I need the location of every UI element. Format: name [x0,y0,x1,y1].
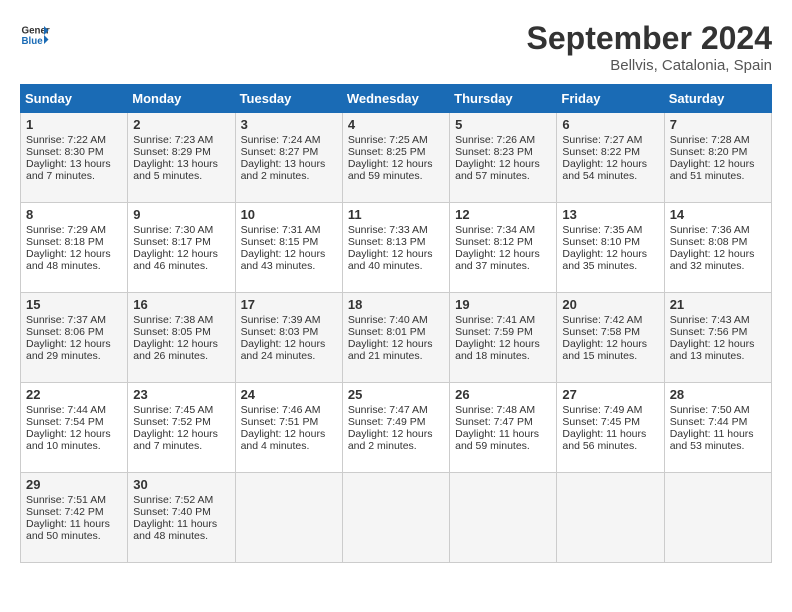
week-row-3: 15Sunrise: 7:37 AMSunset: 8:06 PMDayligh… [21,293,772,383]
week-row-2: 8Sunrise: 7:29 AMSunset: 8:18 PMDaylight… [21,203,772,293]
week-row-4: 22Sunrise: 7:44 AMSunset: 7:54 PMDayligh… [21,383,772,473]
empty-cell-1 [235,473,342,563]
logo: General Blue [20,20,50,50]
day-24: 24Sunrise: 7:46 AMSunset: 7:51 PMDayligh… [235,383,342,473]
col-monday: Monday [128,85,235,113]
day-21: 21Sunrise: 7:43 AMSunset: 7:56 PMDayligh… [664,293,771,383]
col-saturday: Saturday [664,85,771,113]
day-3: 3Sunrise: 7:24 AMSunset: 8:27 PMDaylight… [235,113,342,203]
day-18: 18Sunrise: 7:40 AMSunset: 8:01 PMDayligh… [342,293,449,383]
empty-cell-3 [450,473,557,563]
empty-cell-4 [557,473,664,563]
day-1: 1Sunrise: 7:22 AMSunset: 8:30 PMDaylight… [21,113,128,203]
day-25: 25Sunrise: 7:47 AMSunset: 7:49 PMDayligh… [342,383,449,473]
day-11: 11Sunrise: 7:33 AMSunset: 8:13 PMDayligh… [342,203,449,293]
day-23: 23Sunrise: 7:45 AMSunset: 7:52 PMDayligh… [128,383,235,473]
day-5: 5Sunrise: 7:26 AMSunset: 8:23 PMDaylight… [450,113,557,203]
calendar-table: Sunday Monday Tuesday Wednesday Thursday… [20,84,772,563]
header-row: Sunday Monday Tuesday Wednesday Thursday… [21,85,772,113]
week-row-5: 29Sunrise: 7:51 AMSunset: 7:42 PMDayligh… [21,473,772,563]
day-22: 22Sunrise: 7:44 AMSunset: 7:54 PMDayligh… [21,383,128,473]
empty-cell-5 [664,473,771,563]
day-7: 7Sunrise: 7:28 AMSunset: 8:20 PMDaylight… [664,113,771,203]
svg-text:Blue: Blue [22,36,44,47]
col-friday: Friday [557,85,664,113]
col-wednesday: Wednesday [342,85,449,113]
day-19: 19Sunrise: 7:41 AMSunset: 7:59 PMDayligh… [450,293,557,383]
day-14: 14Sunrise: 7:36 AMSunset: 8:08 PMDayligh… [664,203,771,293]
day-12: 12Sunrise: 7:34 AMSunset: 8:12 PMDayligh… [450,203,557,293]
page-header: General Blue September 2024 Bellvis, Cat… [20,20,772,74]
day-13: 13Sunrise: 7:35 AMSunset: 8:10 PMDayligh… [557,203,664,293]
title-block: September 2024 Bellvis, Catalonia, Spain [527,20,772,74]
day-2: 2Sunrise: 7:23 AMSunset: 8:29 PMDaylight… [128,113,235,203]
col-sunday: Sunday [21,85,128,113]
logo-icon: General Blue [20,20,50,50]
day-9: 9Sunrise: 7:30 AMSunset: 8:17 PMDaylight… [128,203,235,293]
day-20: 20Sunrise: 7:42 AMSunset: 7:58 PMDayligh… [557,293,664,383]
day-15: 15Sunrise: 7:37 AMSunset: 8:06 PMDayligh… [21,293,128,383]
day-26: 26Sunrise: 7:48 AMSunset: 7:47 PMDayligh… [450,383,557,473]
day-6: 6Sunrise: 7:27 AMSunset: 8:22 PMDaylight… [557,113,664,203]
day-10: 10Sunrise: 7:31 AMSunset: 8:15 PMDayligh… [235,203,342,293]
week-row-1: 1Sunrise: 7:22 AMSunset: 8:30 PMDaylight… [21,113,772,203]
day-8: 8Sunrise: 7:29 AMSunset: 8:18 PMDaylight… [21,203,128,293]
day-27: 27Sunrise: 7:49 AMSunset: 7:45 PMDayligh… [557,383,664,473]
day-16: 16Sunrise: 7:38 AMSunset: 8:05 PMDayligh… [128,293,235,383]
day-30: 30Sunrise: 7:52 AMSunset: 7:40 PMDayligh… [128,473,235,563]
col-thursday: Thursday [450,85,557,113]
location: Bellvis, Catalonia, Spain [527,57,772,74]
col-tuesday: Tuesday [235,85,342,113]
day-4: 4Sunrise: 7:25 AMSunset: 8:25 PMDaylight… [342,113,449,203]
month-title: September 2024 [527,20,772,57]
day-28: 28Sunrise: 7:50 AMSunset: 7:44 PMDayligh… [664,383,771,473]
day-17: 17Sunrise: 7:39 AMSunset: 8:03 PMDayligh… [235,293,342,383]
empty-cell-2 [342,473,449,563]
day-29: 29Sunrise: 7:51 AMSunset: 7:42 PMDayligh… [21,473,128,563]
